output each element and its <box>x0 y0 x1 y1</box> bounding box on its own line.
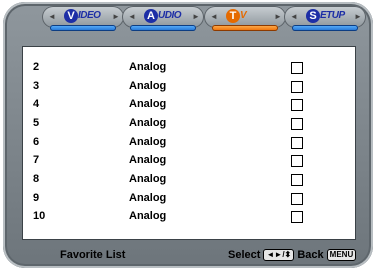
channel-row[interactable]: 7 Analog <box>23 152 355 170</box>
tab-underline <box>50 25 116 31</box>
tab-underline <box>212 25 278 31</box>
tab-left-arrow-icon: ◄ <box>210 12 218 21</box>
channel-row[interactable]: 10 Analog <box>23 208 355 226</box>
favorite-list-panel: 2 Analog 3 Analog 4 Analog 5 Analog 6 An… <box>22 46 356 240</box>
select-label: Select <box>228 249 261 261</box>
channel-type: Analog <box>129 98 167 110</box>
tab-right-arrow-icon: ► <box>192 12 200 21</box>
channel-number: 7 <box>33 154 40 166</box>
channel-type: Analog <box>129 61 167 73</box>
favorite-checkbox[interactable] <box>291 118 303 130</box>
tab-label: UDIO <box>158 10 182 21</box>
favorite-checkbox[interactable] <box>291 211 303 223</box>
channel-row[interactable]: 3 Analog <box>23 78 355 96</box>
tab-label: ETUP <box>320 10 345 21</box>
favorite-checkbox[interactable] <box>291 62 303 74</box>
menu-key-icon[interactable]: MENU <box>326 249 357 261</box>
navigation-keys-icon: ◄►/⬍ <box>263 249 295 261</box>
channel-type: Analog <box>129 136 167 148</box>
channel-row[interactable]: 4 Analog <box>23 96 355 114</box>
channel-row[interactable]: 8 Analog <box>23 171 355 189</box>
tab-letter: S <box>306 9 320 23</box>
favorite-checkbox[interactable] <box>291 155 303 167</box>
favorite-checkbox[interactable] <box>291 193 303 205</box>
channel-type: Analog <box>129 210 167 222</box>
channel-number: 3 <box>33 80 40 92</box>
tab-letter: A <box>144 9 158 23</box>
favorite-list-title: Favorite List <box>60 249 126 261</box>
favorite-checkbox[interactable] <box>291 81 303 93</box>
channel-number: 8 <box>33 173 40 185</box>
tab-right-arrow-icon: ► <box>112 12 120 21</box>
tab-underline <box>292 25 358 31</box>
back-label: Back <box>297 249 324 261</box>
footer-bar: Favorite List Select ◄►/⬍ Back MENU <box>0 244 376 268</box>
tab-left-arrow-icon: ◄ <box>290 12 298 21</box>
channel-type: Analog <box>129 80 167 92</box>
tab-right-arrow-icon: ► <box>354 12 362 21</box>
tab-letter: T <box>226 9 240 23</box>
tab-left-arrow-icon: ◄ <box>48 12 56 21</box>
menu-tabs: ◄ V IDEO ► ◄ A UDIO ► ◄ T V ► ◄ S ETUP ► <box>0 0 376 44</box>
channel-type: Analog <box>129 117 167 129</box>
tab-underline <box>130 25 196 31</box>
tab-right-arrow-icon: ► <box>274 12 282 21</box>
channel-number: 4 <box>33 98 40 110</box>
tab-audio[interactable]: ◄ A UDIO ► <box>122 6 204 36</box>
tab-label: IDEO <box>78 10 101 21</box>
channel-number: 2 <box>33 61 40 73</box>
channel-number: 9 <box>33 192 40 204</box>
tab-letter: V <box>64 9 78 23</box>
footer-hint: Select ◄►/⬍ Back MENU <box>228 249 357 261</box>
channel-type: Analog <box>129 192 167 204</box>
tab-label: V <box>240 10 247 21</box>
favorite-checkbox[interactable] <box>291 137 303 149</box>
tab-video[interactable]: ◄ V IDEO ► <box>42 6 124 36</box>
channel-row[interactable]: 5 Analog <box>23 115 355 133</box>
channel-type: Analog <box>129 154 167 166</box>
channel-number: 6 <box>33 136 40 148</box>
channel-number: 10 <box>33 210 46 222</box>
channel-row[interactable]: 9 Analog <box>23 190 355 208</box>
channel-type: Analog <box>129 173 167 185</box>
tab-left-arrow-icon: ◄ <box>128 12 136 21</box>
channel-row[interactable]: 2 Analog <box>23 59 355 77</box>
favorite-checkbox[interactable] <box>291 174 303 186</box>
channel-row[interactable]: 6 Analog <box>23 134 355 152</box>
channel-number: 5 <box>33 117 40 129</box>
tab-tv[interactable]: ◄ T V ► <box>204 6 286 36</box>
favorite-checkbox[interactable] <box>291 99 303 111</box>
tab-setup[interactable]: ◄ S ETUP ► <box>284 6 366 36</box>
